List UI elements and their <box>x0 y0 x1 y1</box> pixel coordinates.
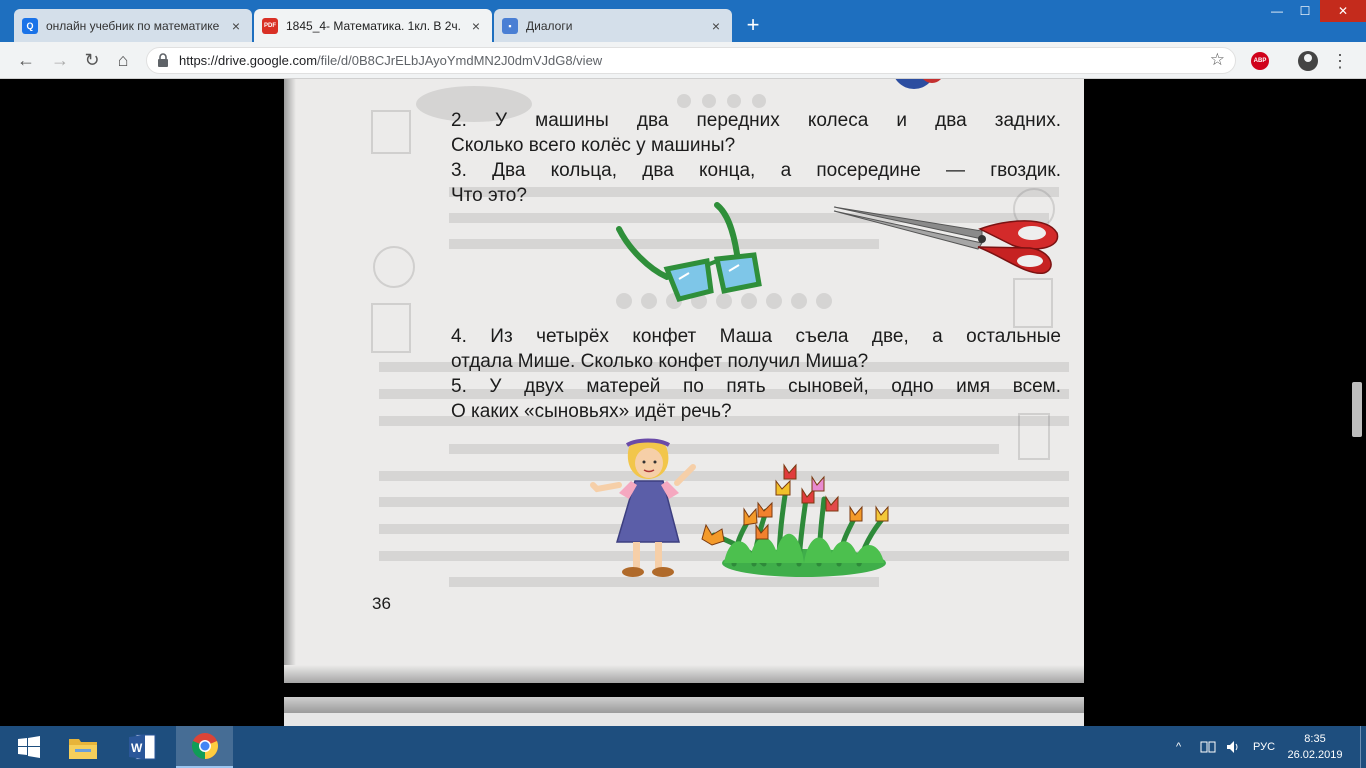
windows-logo-icon <box>17 736 40 758</box>
folder-icon <box>68 739 97 759</box>
glasses-illustration <box>616 202 762 302</box>
volume-icon[interactable] <box>1225 726 1241 768</box>
search-icon: Q <box>22 17 38 34</box>
network-icon[interactable] <box>1200 726 1216 768</box>
url-host: https://drive.google.com <box>179 53 318 68</box>
scrollbar-thumb[interactable] <box>1352 382 1362 437</box>
word-button[interactable]: W <box>113 726 170 768</box>
pdf-viewer[interactable]: 2. У машины два передних колеса и два за… <box>0 79 1366 737</box>
clock-date: 26.02.2019 <box>1287 749 1343 761</box>
close-tab-icon[interactable]: × <box>468 18 484 34</box>
girl-illustration <box>590 438 696 577</box>
clock-time: 8:35 <box>1304 733 1326 745</box>
chrome-icon <box>191 733 218 759</box>
task-text-line: 5. У двух матерей по пять сыновей, одно … <box>451 376 1061 397</box>
url-path: /file/d/0B8CJrELbJAyoYmdMN2J0dmVJdG8/vie… <box>317 53 603 68</box>
word-icon: W <box>128 734 155 760</box>
task-text-line: 3. Два кольца, два конца, а посередине —… <box>451 160 1061 181</box>
task-text-line: О каких «сыновьях» идёт речь? <box>451 401 732 422</box>
close-tab-icon[interactable]: × <box>708 18 724 34</box>
network-glyph <box>1200 741 1216 753</box>
browser-menu-icon[interactable]: ⋮ <box>1330 49 1350 73</box>
reload-button[interactable]: ↻ <box>80 48 104 72</box>
task-text-line: отдала Мише. Сколько конфет получил Миша… <box>451 351 869 372</box>
task-5: 5. У двух матерей по пять сыновей, одно … <box>451 374 1061 424</box>
address-bar[interactable]: https://drive.google.com/file/d/0B8CJrEL… <box>146 47 1236 74</box>
viewer-scrollbar[interactable] <box>1349 79 1366 726</box>
new-tab-button[interactable]: + <box>740 13 766 39</box>
file-explorer-button[interactable] <box>54 726 111 768</box>
lock-icon <box>158 53 168 67</box>
task-2: 2. У машины два передних колеса и два за… <box>451 108 1061 158</box>
forward-button[interactable]: → <box>48 48 72 72</box>
task-text-line: 2. У машины два передних колеса и два за… <box>451 110 1061 131</box>
bookmark-star-icon[interactable]: ☆ <box>1210 50 1225 70</box>
close-tab-icon[interactable]: × <box>228 18 244 34</box>
task-4: 4. Из четырёх конфет Маша съела две, а о… <box>451 324 1061 374</box>
tulips-illustration <box>701 463 889 577</box>
tab-dialogs[interactable]: ▪ Диалоги × <box>494 9 732 42</box>
start-button[interactable] <box>0 726 57 768</box>
page-number: 36 <box>372 594 391 613</box>
back-button[interactable]: ← <box>14 48 38 72</box>
browser-tab-strip: Q онлайн учебник по математике × PDF 184… <box>0 0 1366 42</box>
page-bottom-shadow <box>284 665 1084 683</box>
tab-title: Диалоги <box>526 18 573 33</box>
task-text-line: 4. Из четырёх конфет Маша съела две, а о… <box>451 326 1061 347</box>
chrome-button[interactable] <box>176 726 233 768</box>
pdf-icon: PDF <box>262 17 278 34</box>
url-text: https://drive.google.com/file/d/0B8CJrEL… <box>179 53 602 68</box>
tab-math-pdf[interactable]: PDF 1845_4- Математика. 1кл. В 2ч. × <box>254 9 492 42</box>
scissors-illustration <box>833 206 1059 274</box>
browser-toolbar: ← → ↻ ⌂ https://drive.google.com/file/d/… <box>0 42 1366 79</box>
tab-title: онлайн учебник по математике <box>46 18 220 33</box>
tab-online-textbook[interactable]: Q онлайн учебник по математике × <box>14 9 252 42</box>
textbook-page: 2. У машины два передних колеса и два за… <box>284 79 1084 683</box>
system-clock[interactable]: 8:35 26.02.2019 <box>1285 731 1345 763</box>
chat-icon: ▪ <box>502 17 518 34</box>
show-desktop-button[interactable] <box>1360 726 1366 768</box>
minimize-button[interactable]: — <box>1262 0 1292 22</box>
language-indicator[interactable]: РУС <box>1253 726 1275 768</box>
svg-text:W: W <box>131 741 143 755</box>
task-text-line: Сколько всего колёс у машины? <box>451 135 736 156</box>
speaker-glyph <box>1227 741 1238 753</box>
adblock-extension-icon[interactable]: ABP <box>1251 52 1269 70</box>
account-icon[interactable] <box>1298 51 1318 71</box>
maximize-button[interactable]: ☐ <box>1290 0 1320 22</box>
close-window-button[interactable]: ✕ <box>1320 0 1366 22</box>
tab-title: 1845_4- Математика. 1кл. В 2ч. <box>286 18 461 33</box>
windows-taskbar: W ^ РУС 8:35 26.02.2019 <box>0 726 1366 768</box>
tray-chevron-icon[interactable]: ^ <box>1176 726 1181 768</box>
home-button[interactable]: ⌂ <box>111 48 135 72</box>
